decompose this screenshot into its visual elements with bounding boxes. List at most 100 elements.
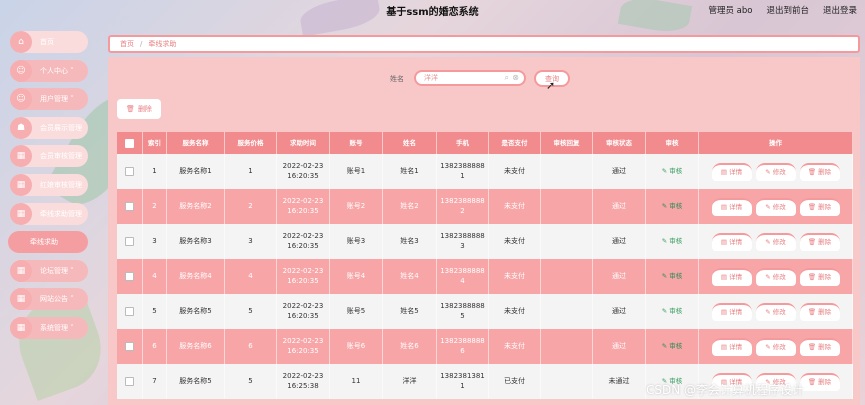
audit-link[interactable]: ✎ 审核 bbox=[662, 272, 683, 281]
member-icon: ☗ bbox=[10, 116, 32, 139]
cell-index: 4 bbox=[143, 259, 167, 294]
detail-button[interactable]: ▤ 详情 bbox=[711, 197, 752, 216]
edit-label: 修改 bbox=[772, 343, 786, 352]
detail-button[interactable]: ▤ 详情 bbox=[711, 337, 752, 356]
phone-text-wrap: 5 bbox=[460, 311, 465, 320]
edit-button[interactable]: ✎ 修改 bbox=[755, 302, 796, 321]
search-input[interactable]: 洋洋 ⌕ ⊗ bbox=[414, 70, 526, 86]
cell-operations: ▤ 详情 ✎ 修改 🗑 删除 bbox=[699, 224, 853, 259]
back-to-front-link[interactable]: 退出到前台 bbox=[766, 4, 809, 16]
pencil-icon: ✎ bbox=[765, 273, 771, 282]
cell-service: 服务名称5 bbox=[167, 364, 225, 399]
service-text: 服务名称4 bbox=[179, 271, 212, 280]
time-text: 16:20:35 bbox=[287, 276, 319, 285]
cell-status: 通过 bbox=[593, 189, 646, 224]
cell-operations: ▤ 详情 ✎ 修改 🗑 删除 bbox=[699, 154, 853, 189]
bulk-delete-button[interactable]: 🗑 删除 bbox=[117, 99, 161, 119]
row-checkbox[interactable] bbox=[125, 307, 134, 316]
delete-label: 删除 bbox=[818, 308, 832, 317]
cell-phone: 1382388888 3 bbox=[437, 224, 489, 259]
detail-button[interactable]: ▤ 详情 bbox=[711, 232, 752, 251]
row-checkbox[interactable] bbox=[125, 167, 134, 176]
cell-name: 姓名6 bbox=[383, 329, 437, 364]
paid-text: 已支付 bbox=[504, 376, 525, 385]
grid-icon: ▦ bbox=[10, 316, 32, 339]
column-header: 审核状态 bbox=[593, 132, 646, 154]
audit-link[interactable]: ✎ 审核 bbox=[662, 202, 683, 211]
delete-button[interactable]: 🗑 删除 bbox=[799, 267, 840, 286]
phone-text: 1382381381 bbox=[440, 372, 485, 381]
edit-button[interactable]: ✎ 修改 bbox=[755, 337, 796, 356]
audit-link[interactable]: ✎ 审核 bbox=[662, 237, 683, 246]
cell-index: 6 bbox=[143, 329, 167, 364]
row-checkbox[interactable] bbox=[125, 342, 134, 351]
edit-button[interactable]: ✎ 修改 bbox=[755, 232, 796, 251]
delete-button[interactable]: 🗑 删除 bbox=[799, 197, 840, 216]
sidebar-item-4[interactable]: ▦ 会员审核管理 bbox=[6, 145, 98, 168]
row-select-cell bbox=[117, 189, 143, 224]
sidebar-item-3[interactable]: ☗ 会员展示管理 bbox=[6, 116, 98, 139]
audit-label: 审核 bbox=[669, 167, 683, 176]
trash-icon: 🗑 bbox=[807, 238, 817, 247]
cell-reply bbox=[541, 189, 593, 224]
row-checkbox[interactable] bbox=[125, 272, 134, 281]
audit-link[interactable]: ✎ 审核 bbox=[662, 307, 683, 316]
table-row: 2 服务名称2 2 2022-02-23 16:20:35 账号2 姓名2 138238888… bbox=[117, 189, 853, 224]
pencil-icon: ✎ bbox=[765, 203, 771, 212]
edit-button[interactable]: ✎ 修改 bbox=[755, 267, 796, 286]
cell-reply bbox=[541, 364, 593, 399]
sidebar-item-7[interactable]: 牵线求助 bbox=[6, 231, 98, 254]
cell-request-time: 2022-02-23 16:20:35 bbox=[277, 224, 330, 259]
sidebar-item-9[interactable]: ▦ 网站公告 ˅ bbox=[6, 288, 98, 311]
delete-button[interactable]: 🗑 删除 bbox=[799, 302, 840, 321]
sidebar-item-6[interactable]: ▦ 牵线求助管理 bbox=[6, 202, 98, 225]
row-checkbox[interactable] bbox=[125, 202, 134, 211]
row-checkbox[interactable] bbox=[125, 377, 134, 386]
detail-button[interactable]: ▤ 详情 bbox=[711, 267, 752, 286]
sidebar-item-8[interactable]: ▦ 论坛管理 ˅ bbox=[6, 259, 98, 282]
clear-icon[interactable]: ⊗ bbox=[512, 73, 519, 82]
breadcrumb-home[interactable]: 首页 bbox=[120, 39, 134, 49]
cell-paid: 未支付 bbox=[489, 294, 541, 329]
paid-text: 未支付 bbox=[504, 236, 525, 245]
phone-text-wrap: 4 bbox=[460, 276, 465, 285]
delete-button[interactable]: 🗑 删除 bbox=[799, 372, 840, 391]
top-links: 管理员 abo 退出到前台 退出登录 bbox=[708, 4, 857, 16]
select-all-checkbox[interactable] bbox=[125, 138, 134, 148]
column-header: 账号 bbox=[330, 132, 383, 154]
date-text: 2022-02-23 bbox=[282, 162, 324, 171]
cell-reply bbox=[541, 259, 593, 294]
sidebar-item-2[interactable]: ☺ 用户管理 ˅ bbox=[6, 88, 98, 111]
sidebar-item-10[interactable]: ▦ 系统管理 ˅ bbox=[6, 316, 98, 339]
row-checkbox[interactable] bbox=[125, 237, 134, 246]
search-input-value: 洋洋 bbox=[424, 74, 438, 82]
edit-label: 修改 bbox=[772, 168, 786, 177]
status-text: 通过 bbox=[612, 341, 626, 350]
audit-link[interactable]: ✎ 审核 bbox=[662, 342, 683, 351]
cell-service: 服务名称1 bbox=[167, 154, 225, 189]
delete-button[interactable]: 🗑 删除 bbox=[799, 337, 840, 356]
detail-button[interactable]: ▤ 详情 bbox=[711, 162, 752, 181]
cell-operations: ▤ 详情 ✎ 修改 🗑 删除 bbox=[699, 329, 853, 364]
name-text: 洋洋 bbox=[402, 376, 417, 385]
audit-link[interactable]: ✎ 审核 bbox=[662, 167, 683, 176]
cell-account: 账号3 bbox=[330, 224, 383, 259]
sidebar-item-5[interactable]: ▦ 红娘审核管理 bbox=[6, 173, 98, 196]
edit-button[interactable]: ✎ 修改 bbox=[755, 162, 796, 181]
index-text: 2 bbox=[152, 201, 157, 210]
cell-request-time: 2022-02-23 16:20:35 bbox=[277, 154, 330, 189]
edit-button[interactable]: ✎ 修改 bbox=[755, 197, 796, 216]
phone-text: 1382388888 bbox=[440, 232, 485, 241]
cell-reply bbox=[541, 224, 593, 259]
trash-icon: 🗑 bbox=[126, 105, 135, 113]
detail-button[interactable]: ▤ 详情 bbox=[711, 302, 752, 321]
delete-button[interactable]: 🗑 删除 bbox=[799, 232, 840, 251]
grid-icon: ▦ bbox=[10, 173, 32, 196]
delete-button[interactable]: 🗑 删除 bbox=[799, 162, 840, 181]
sidebar-item-1[interactable]: ☺ 个人中心 ˅ bbox=[6, 59, 98, 82]
logout-link[interactable]: 退出登录 bbox=[823, 4, 857, 16]
breadcrumb-current: 牵线求助 bbox=[148, 40, 177, 48]
sidebar-item-0[interactable]: ⌂ 首页 bbox=[6, 31, 98, 53]
name-text: 姓名5 bbox=[400, 306, 419, 315]
help-request-table: 索引 服务名称 服务价格 求助时间 账号 姓名 手机 是否支付 审核回复 审核状态 审核 操作 1 服务… bbox=[117, 132, 853, 399]
